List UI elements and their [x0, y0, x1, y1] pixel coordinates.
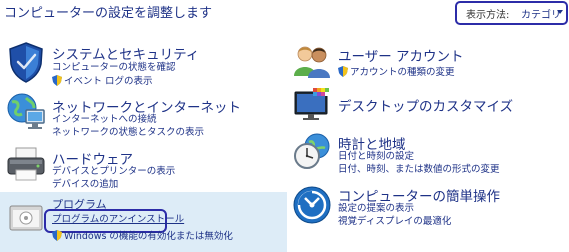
suggest-settings-link[interactable]: 設定の提案の表示	[338, 203, 414, 215]
ease-of-access-icon[interactable]	[291, 184, 333, 226]
desktop-customize-icon[interactable]	[291, 86, 333, 124]
event-log-label: イベント ログの表示	[64, 76, 153, 87]
connect-internet-link[interactable]: インターネットへの接続	[52, 114, 157, 126]
uac-shield-icon	[52, 75, 62, 86]
set-date-time-link[interactable]: 日付と時刻の設定	[338, 151, 414, 163]
change-account-type-link[interactable]: アカウントの種類の変更	[338, 66, 455, 79]
event-log-link[interactable]: イベント ログの表示	[52, 75, 153, 88]
optimize-display-link[interactable]: 視覚ディスプレイの最適化	[338, 216, 451, 228]
uninstall-program-link[interactable]: プログラムのアンインストール	[52, 214, 184, 226]
view-by-label: 表示方法:	[466, 10, 510, 21]
category-ease-of-access[interactable]: コンピューターの簡単操作	[338, 185, 500, 205]
check-status-link[interactable]: コンピューターの状態を確認	[52, 62, 176, 74]
programs-icon[interactable]	[4, 198, 48, 238]
windows-features-label: Windows の機能の有効化または無効化	[64, 231, 233, 242]
clock-globe-icon[interactable]	[291, 132, 333, 172]
uac-shield-icon	[52, 230, 62, 241]
printer-icon[interactable]	[4, 144, 48, 184]
view-by-dropdown[interactable]: カテゴリ	[521, 6, 561, 21]
category-desktop-customize[interactable]: デスクトップのカスタマイズ	[338, 95, 513, 115]
shield-icon[interactable]	[4, 40, 48, 84]
add-device-link[interactable]: デバイスの追加	[52, 179, 118, 191]
network-icon[interactable]	[4, 92, 48, 132]
uac-shield-icon	[338, 66, 348, 77]
change-formats-link[interactable]: 日付、時刻、または数値の形式の変更	[338, 164, 500, 176]
windows-features-link[interactable]: Windows の機能の有効化または無効化	[52, 230, 233, 243]
chevron-down-icon[interactable]	[557, 10, 563, 14]
category-clock-region[interactable]: 時計と地域	[338, 133, 406, 153]
user-accounts-icon[interactable]	[291, 42, 333, 80]
category-user-accounts[interactable]: ユーザー アカウント	[338, 45, 464, 65]
network-status-link[interactable]: ネットワークの状態とタスクの表示	[52, 127, 204, 139]
category-hardware[interactable]: ハードウェア	[52, 148, 133, 168]
devices-printers-link[interactable]: デバイスとプリンターの表示	[52, 166, 175, 178]
category-system-security[interactable]: システムとセキュリティ	[52, 43, 199, 63]
category-network-internet[interactable]: ネットワークとインターネット	[52, 96, 241, 116]
change-account-type-label: アカウントの種類の変更	[350, 67, 455, 78]
page-title: コンピューターの設定を調整します	[4, 6, 213, 21]
